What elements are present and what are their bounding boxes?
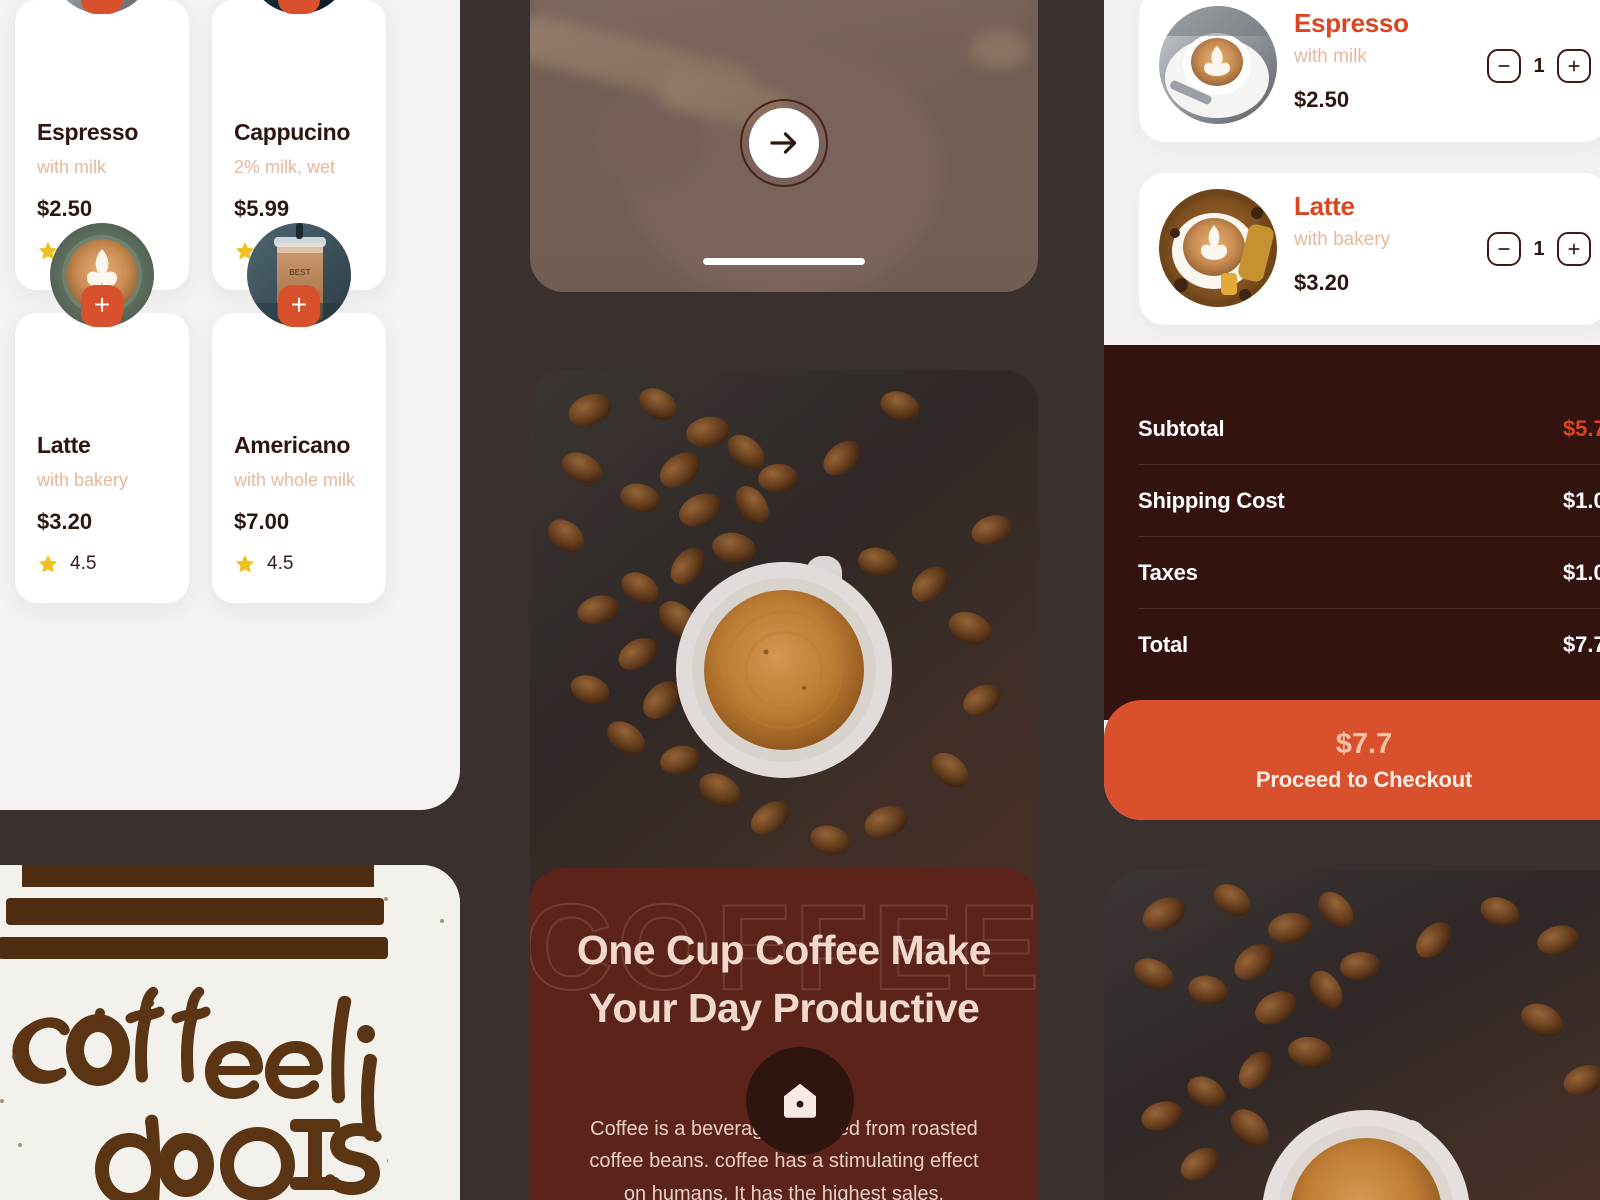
add-to-cart-button-latte[interactable]: + [81,285,123,327]
product-subtitle: 2% milk, wet [234,157,336,177]
cart-item-subtitle: with bakery [1294,229,1391,250]
summary-value: $1.00 [1562,487,1600,513]
cart-item-price: $2.50 [1294,87,1350,112]
product-grid: + Espresso with milk $2.50 4.5 [15,0,435,603]
cart-item-thumbnail-espresso [1159,6,1277,124]
summary-label: Taxes [1138,559,1198,585]
menu-screen: + Espresso with milk $2.50 4.5 [0,0,460,810]
espresso-beans-photo [530,370,1038,900]
plus-icon [1568,60,1580,72]
product-name: Americano [234,432,351,458]
summary-label: Total [1138,632,1188,657]
cart-item-subtitle: with milk [1294,46,1367,67]
summary-row-taxes: Taxes $1.00 [1138,537,1600,609]
minus-icon [1498,248,1510,250]
plus-icon [1568,243,1580,255]
home-icon [784,1083,816,1118]
plus-icon: + [93,288,111,320]
page-indicator-bar[interactable] [703,258,865,265]
quantity-value: 1 [1533,237,1545,260]
coffee-cup-lettering-art [0,865,460,1200]
cart-item-thumbnail-latte [1159,189,1277,307]
add-to-cart-button-cappucino[interactable]: + [278,0,320,14]
cart-item-list: Espresso with milk $2.50 1 Latte with ba… [1139,0,1600,356]
add-to-cart-button-espresso[interactable]: + [81,0,123,14]
rating-value: 4.5 [70,553,97,574]
product-price: $3.20 [37,509,93,534]
rating-value: 4.5 [267,553,294,574]
minus-icon [1498,65,1510,67]
product-price: $7.00 [234,509,290,534]
svg-text:BEST: BEST [289,268,311,278]
add-to-cart-button-americano[interactable]: + [278,285,320,327]
plus-icon: + [290,288,308,320]
hero-headline: One Cup Coffee Make Your Day Productive [576,927,992,1032]
increase-quantity-button[interactable] [1557,49,1591,83]
quantity-value: 1 [1533,54,1545,77]
plus-icon: + [94,0,110,6]
quantity-stepper: 1 [1487,49,1591,83]
arrow-right-icon [770,132,797,154]
product-name: Cappucino [234,119,351,145]
order-summary: Subtotal $5.70 Shipping Cost $1.00 Taxes… [1104,345,1600,720]
product-card-latte[interactable]: + Latte with bakery $3.20 4.5 [15,223,189,603]
decrease-quantity-button[interactable] [1487,232,1521,266]
product-subtitle: with milk [37,157,107,177]
summary-value: $1.00 [1562,559,1600,585]
app-screenshot: + Espresso with milk $2.50 4.5 [0,0,1600,1200]
product-subtitle: with whole milk [234,470,356,490]
coffee-beans-photo [1104,870,1600,1200]
cart-item-name: Espresso [1294,8,1409,38]
decrease-quantity-button[interactable] [1487,49,1521,83]
quantity-stepper: 1 [1487,232,1591,266]
summary-row-total: Total $7.70 [1138,609,1600,681]
cart-item-latte[interactable]: Latte with bakery $3.20 1 [1139,173,1600,325]
product-name: Espresso [37,119,139,145]
coffee-lettering-illustration [0,865,460,1200]
product-rating: 4.5 [234,553,293,575]
onboarding-card: coffee beans. coffee has a stimulating e… [530,0,1038,292]
product-subtitle: with bakery [37,470,129,490]
next-button[interactable] [740,99,828,187]
summary-row-shipping: Shipping Cost $1.00 [1138,465,1600,537]
star-icon [235,554,255,573]
summary-row-subtotal: Subtotal $5.70 [1138,393,1600,465]
summary-value: $5.70 [1562,415,1600,441]
beans-photo-card [1104,870,1600,1200]
product-rating: 4.5 [37,553,96,575]
proceed-to-checkout-button[interactable]: $7.7 Proceed to Checkout [1104,700,1600,820]
cart-item-name: Latte [1294,191,1355,221]
star-icon [38,554,58,573]
product-name: Latte [37,432,91,458]
nav-item-home[interactable] [746,1047,854,1155]
cart-screen: Espresso with milk $2.50 1 Latte with ba… [1104,0,1600,820]
summary-label: Subtotal [1138,415,1225,441]
cart-item-espresso[interactable]: Espresso with milk $2.50 1 [1139,0,1600,142]
product-price: $5.99 [234,196,290,221]
product-price: $2.50 [37,196,93,221]
plus-icon: + [291,0,307,6]
increase-quantity-button[interactable] [1557,232,1591,266]
product-card-americano[interactable]: BEST + Americano with whole milk $7.00 4… [212,223,386,603]
next-button-inner [749,108,819,178]
checkout-label: Proceed to Checkout [1255,766,1473,792]
cart-item-price: $3.20 [1294,270,1350,295]
summary-label: Shipping Cost [1138,487,1285,513]
checkout-amount: $7.7 [1335,727,1393,760]
summary-value: $7.70 [1562,632,1600,657]
